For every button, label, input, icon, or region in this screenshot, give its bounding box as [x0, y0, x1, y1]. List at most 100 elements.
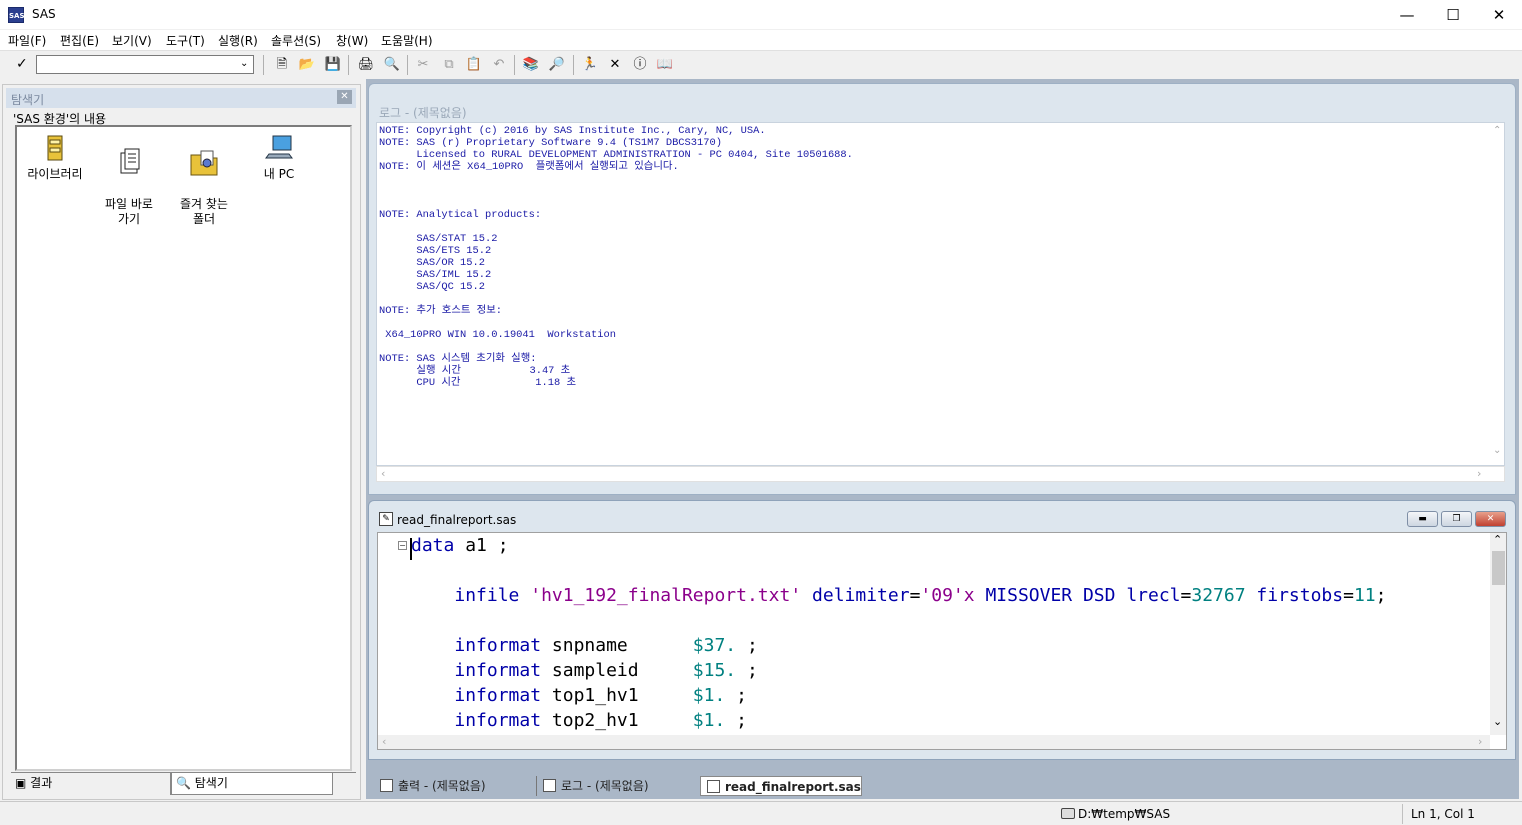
code-token-kw: informat: [454, 660, 542, 681]
explorer-item-library[interactable]: 라이브러리: [19, 132, 91, 182]
editor-window: ✎ read_finalreport.sas ▬ ❐ ✕ − data a1 ;…: [368, 500, 1516, 760]
code-line: data a1 ;: [411, 534, 509, 558]
code-token-num: $37.: [692, 635, 737, 656]
results-tab-icon: ▣: [15, 776, 31, 790]
scroll-left-icon[interactable]: ‹: [382, 735, 386, 748]
explorer-close-icon[interactable]: ✕: [337, 90, 352, 104]
code-token-kw: informat: [454, 685, 542, 706]
code-token-plain: ;: [736, 660, 758, 681]
new-file-icon[interactable]: 🗎: [273, 56, 291, 74]
editor-window-title: read_finalreport.sas: [397, 513, 517, 527]
copy-icon[interactable]: ⧉: [440, 56, 458, 74]
clear-all-icon[interactable]: ✕: [606, 56, 624, 74]
menu-run[interactable]: 실행(R): [218, 32, 258, 49]
code-token-plain: top2_hv1: [541, 710, 693, 731]
code-token-plain: sampleid: [541, 660, 693, 681]
minimize-button[interactable]: —: [1384, 0, 1430, 30]
scroll-down-icon[interactable]: ⌄: [1493, 445, 1501, 456]
tab-editor[interactable]: read_finalreport.sas: [700, 776, 862, 796]
menu-window[interactable]: 창(W): [336, 32, 368, 49]
menu-help[interactable]: 도움말(H): [381, 32, 433, 49]
undo-icon[interactable]: ↶: [490, 56, 508, 74]
print-preview-icon[interactable]: 🔍: [383, 56, 401, 74]
tab-explorer[interactable]: 🔍 탐색기: [171, 773, 333, 795]
scroll-down-icon[interactable]: ⌄: [1493, 715, 1502, 728]
explorer-item-my-pc[interactable]: 내 PC: [243, 132, 315, 182]
log-window-title: 로그 - (제목없음): [379, 106, 467, 120]
editor-minimize-button[interactable]: ▬: [1407, 511, 1438, 527]
scrollbar-thumb[interactable]: [1492, 551, 1505, 585]
explorer-tab-icon: 🔍: [176, 776, 195, 790]
help-book-icon[interactable]: 📖: [656, 56, 674, 74]
menu-edit[interactable]: 편집(E): [60, 32, 99, 49]
status-separator: [1402, 804, 1403, 824]
toolbar-separator: [573, 55, 574, 75]
code-token-num: $1.: [692, 685, 726, 706]
folder-path-icon[interactable]: [1061, 808, 1075, 819]
editor-close-button[interactable]: ✕: [1475, 511, 1506, 527]
scroll-right-icon[interactable]: ›: [1477, 467, 1481, 480]
break-icon[interactable]: ⓘ: [631, 56, 649, 74]
menu-tools[interactable]: 도구(T): [166, 32, 205, 49]
code-token-num: $15.: [692, 660, 737, 681]
code-token-plain: snpname: [541, 635, 693, 656]
toolbar: ✓ ⌄ 🗎 📂 💾 🖨 🔍 ✂ ⧉ 📋 ↶ 📚 🔎 🏃 ✕ ⓘ 📖: [0, 50, 1522, 78]
code-token-kw: data: [411, 535, 455, 556]
scroll-left-icon[interactable]: ‹: [381, 467, 385, 480]
explorer-title: 탐색기: [11, 93, 45, 107]
command-box[interactable]: [36, 55, 254, 74]
editor-restore-button[interactable]: ❐: [1441, 511, 1472, 527]
menu-view[interactable]: 보기(V): [112, 32, 152, 49]
tab-log[interactable]: 로그 - (제목없음): [536, 776, 696, 796]
scroll-right-icon[interactable]: ›: [1478, 735, 1482, 748]
code-token-plain: ;: [725, 685, 747, 706]
text-caret: [410, 538, 412, 560]
explorer-item-favorite-folder[interactable]: 즐겨 찾는 폴더: [168, 132, 240, 227]
close-button[interactable]: ✕: [1476, 0, 1522, 30]
mdi-workspace: 로그 - (제목없음) NOTE: Copyright (c) 2016 by …: [366, 79, 1519, 799]
status-current-folder[interactable]: D:₩temp₩SAS: [1078, 807, 1170, 821]
editor-vertical-scrollbar[interactable]: ⌃ ⌄: [1490, 533, 1506, 735]
code-line: informat top2_hv1 $1. ;: [411, 709, 747, 733]
scroll-up-icon[interactable]: ⌃: [1493, 533, 1502, 546]
library-icon: [47, 135, 63, 161]
explorer-tab-bar: ▣ 결과 🔍 탐색기: [11, 772, 356, 796]
log-horizontal-scrollbar[interactable]: ‹ ›: [376, 466, 1505, 482]
open-file-icon[interactable]: 📂: [298, 56, 316, 74]
code-line: informat top1_hv1 $1. ;: [411, 684, 747, 708]
explorer-panel: 탐색기 ✕ 'SAS 환경'의 내용 라이브러리 파일 바로 가기 즐겨 찾는 …: [2, 84, 361, 800]
new-library-icon[interactable]: 📚: [522, 56, 540, 74]
paste-icon[interactable]: 📋: [465, 56, 483, 74]
save-icon[interactable]: 💾: [324, 56, 342, 74]
scroll-up-icon[interactable]: ⌃: [1493, 125, 1501, 136]
chevron-down-icon[interactable]: ⌄: [240, 58, 248, 69]
tab-output[interactable]: 출력 - (제목없음): [374, 776, 532, 796]
program-file-icon: [707, 780, 720, 793]
code-token-plain: =: [1343, 585, 1354, 606]
code-editor[interactable]: − data a1 ; infile 'hv1_192_finalReport.…: [377, 532, 1507, 750]
toolbar-separator: [263, 55, 264, 75]
editor-horizontal-scrollbar[interactable]: ‹ ›: [378, 735, 1490, 749]
explorer-content: 라이브러리 파일 바로 가기 즐겨 찾는 폴더 내 PC: [15, 125, 352, 771]
toolbar-separator: [348, 55, 349, 75]
maximize-button[interactable]: ☐: [1430, 0, 1476, 30]
explorer-item-label: 라이브러리: [27, 167, 83, 181]
sas-explorer-icon[interactable]: 🔎: [548, 56, 566, 74]
fold-toggle-icon[interactable]: −: [398, 541, 407, 550]
code-token-plain: ;: [1375, 585, 1387, 606]
cut-icon[interactable]: ✂: [414, 56, 432, 74]
explorer-item-label: 내 PC: [263, 167, 295, 181]
log-content[interactable]: NOTE: Copyright (c) 2016 by SAS Institut…: [376, 122, 1505, 466]
submit-run-icon[interactable]: 🏃: [581, 56, 599, 74]
submit-command-icon[interactable]: ✓: [16, 56, 28, 72]
menu-file[interactable]: 파일(F): [8, 32, 46, 49]
code-token-num: $1.: [692, 710, 726, 731]
menu-solutions[interactable]: 솔루션(S): [271, 32, 321, 49]
code-token-plain: =: [909, 585, 921, 606]
tab-results[interactable]: ▣ 결과: [11, 773, 171, 795]
print-icon[interactable]: 🖨: [357, 56, 375, 74]
explorer-item-file-shortcut[interactable]: 파일 바로 가기: [93, 132, 165, 227]
